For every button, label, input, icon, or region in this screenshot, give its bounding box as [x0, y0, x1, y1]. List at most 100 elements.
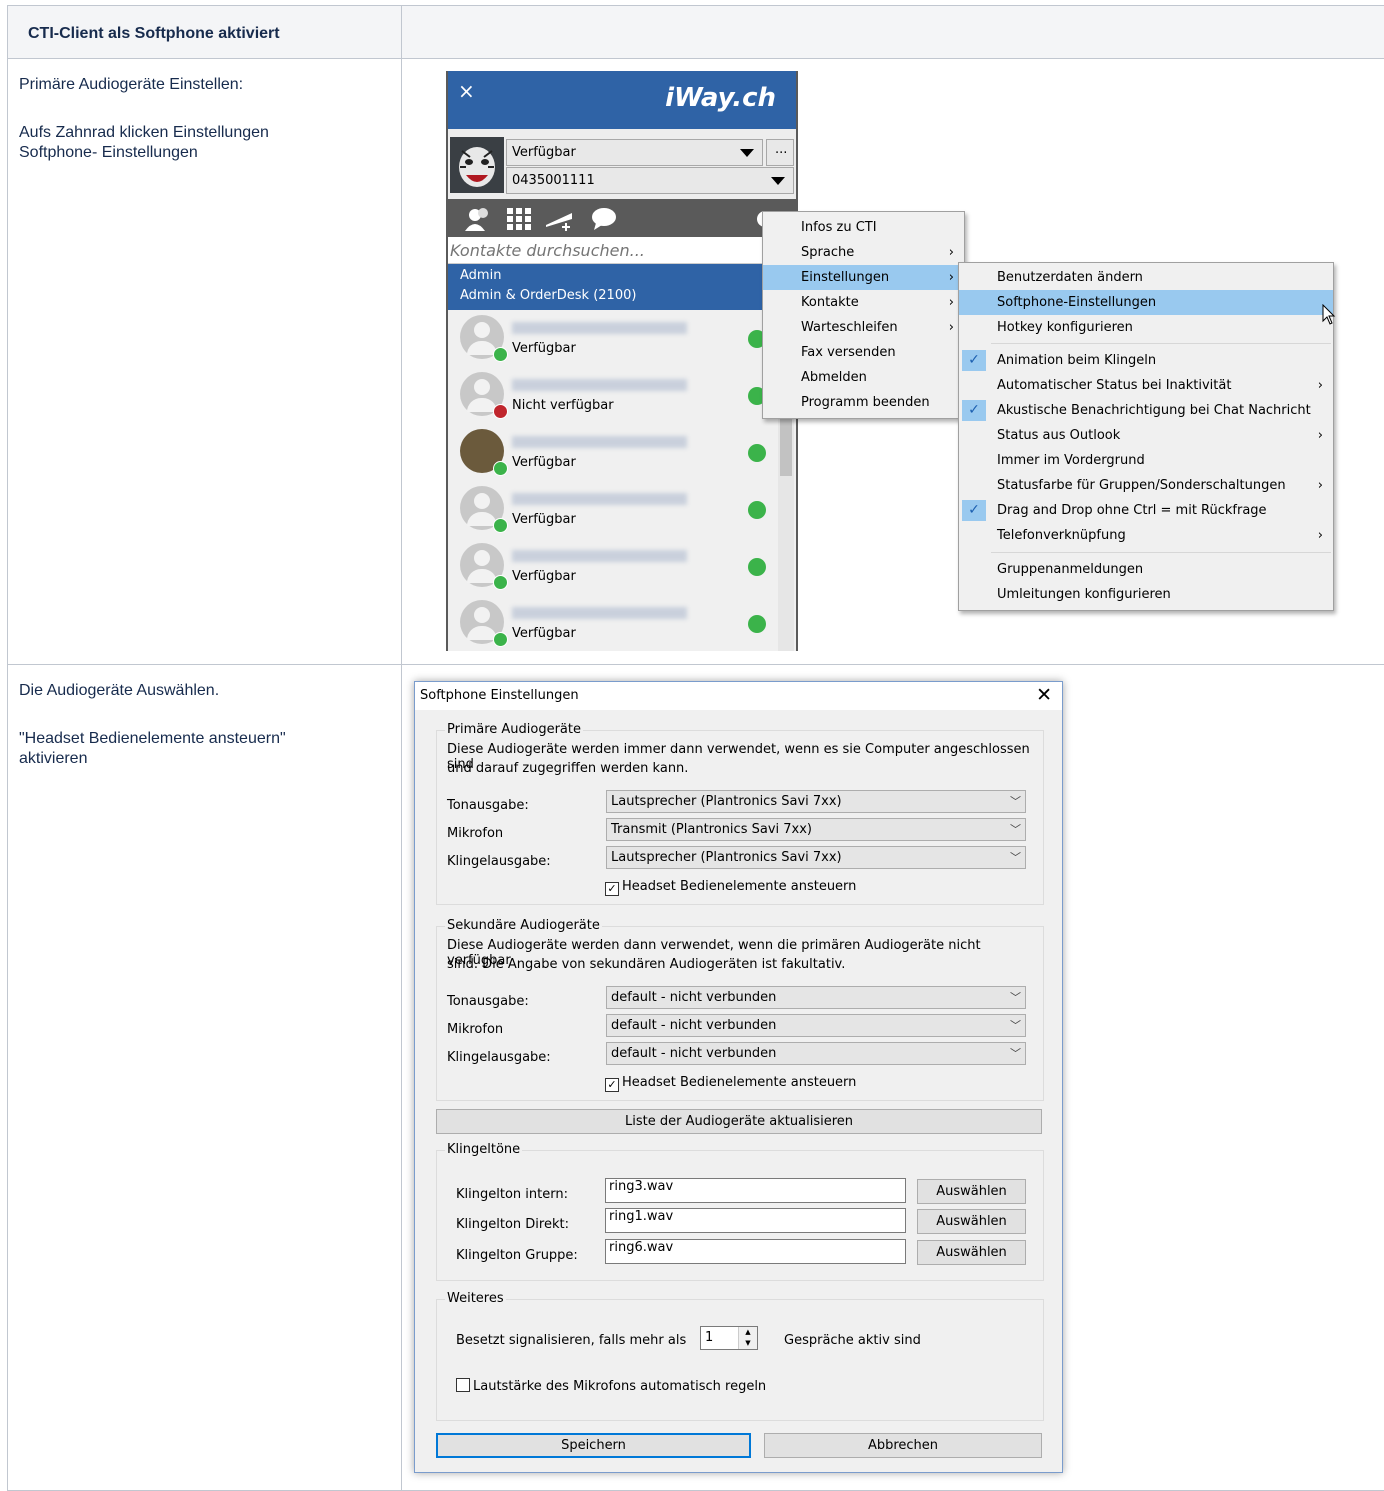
primary-mic-select[interactable]: Transmit (Plantronics Savi 7xx) ﹀ [606, 818, 1026, 841]
primary-ton-select[interactable]: Lautsprecher (Plantronics Savi 7xx) ﹀ [606, 790, 1026, 813]
secondary-desc2: sind. Die Angabe von sekundären Audioger… [447, 957, 846, 972]
row1-line2: Aufs Zahnrad klicken Einstellungen [19, 124, 269, 141]
conference-add-icon[interactable] [544, 207, 574, 231]
menu-item-drag-drop[interactable]: ✓ Drag and Drop ohne Ctrl = mit Rückfrage [959, 498, 1333, 523]
busy-count-stepper[interactable]: 1 ▲ ▼ [700, 1326, 758, 1350]
cti-titlebar: × iWay.ch [448, 71, 796, 129]
menu-item-status-color[interactable]: Statusfarbe für Gruppen/Sonderschaltunge… [959, 473, 1333, 498]
gear-context-menu: Infos zu CTI Sprache › Einstellungen › Kon… [762, 211, 965, 419]
header-cell-left: CTI-Client als Softphone aktiviert [8, 6, 402, 59]
group-line2: Admin & OrderDesk (2100) [460, 288, 637, 303]
status-available-icon [493, 347, 508, 362]
scroll-thumb[interactable] [780, 411, 792, 476]
dialpad-icon[interactable] [506, 207, 532, 231]
refresh-devices-button[interactable]: Liste der Audiogeräte aktualisieren [436, 1109, 1042, 1134]
header-cell-right [402, 6, 1384, 59]
menu-item-hotkey[interactable]: Hotkey konfigurieren [959, 315, 1333, 340]
menu-item-fax[interactable]: Fax versenden [763, 340, 964, 365]
menu-item-outlook-status[interactable]: Status aus Outlook › [959, 423, 1333, 448]
contact-item[interactable]: Verfügbar [448, 481, 796, 538]
group-header[interactable]: Admin Admin & OrderDesk (2100) [448, 264, 796, 310]
menu-item-queues[interactable]: Warteschleifen › [763, 315, 964, 340]
stepper-arrows-icon[interactable]: ▲ ▼ [738, 1327, 757, 1349]
chevron-right-icon: › [948, 295, 954, 310]
menu-item-phone-link[interactable]: Telefonverknüpfung › [959, 523, 1333, 548]
more-button[interactable]: ... [766, 139, 794, 166]
menu-item-softphone-settings[interactable]: Softphone-Einstellungen [959, 290, 1333, 315]
mic-auto-checkbox[interactable]: Lautstärke des Mikrofons automatisch reg… [456, 1378, 766, 1394]
row1-line1: Primäre Audiogeräte Einstellen: [19, 76, 244, 93]
busy-label: Besetzt signalisieren, falls mehr als [456, 1333, 687, 1348]
menu-item-quit[interactable]: Programm beenden [763, 390, 964, 415]
primary-audio-group: Primäre Audiogeräte Diese Audiogeräte we… [436, 722, 1044, 905]
contact-item[interactable]: Verfügbar [448, 538, 796, 595]
contact-item[interactable]: Nicht verfügbar [448, 367, 796, 424]
ringtone-intern-input[interactable]: ring3.wav [605, 1178, 906, 1203]
status-combo[interactable]: Verfügbar [506, 139, 763, 166]
menu-item-info[interactable]: Infos zu CTI [763, 215, 964, 240]
menu-item-logout[interactable]: Abmelden [763, 365, 964, 390]
checkbox-unchecked-icon [456, 1378, 470, 1392]
menu-item-auto-status[interactable]: Automatischer Status bei Inaktivität › [959, 373, 1333, 398]
status-value: Verfügbar [512, 145, 576, 160]
iway-logo: iWay.ch [665, 83, 776, 113]
contact-status: Verfügbar [512, 569, 576, 584]
contact-item[interactable]: Verfügbar [448, 595, 796, 651]
row1-text-cell: Primäre Audiogeräte Einstellen: Aufs Zah… [8, 59, 402, 665]
chevron-right-icon: › [1317, 478, 1323, 493]
contact-name-blurred [512, 379, 687, 391]
contact-item[interactable]: Verfügbar [448, 310, 796, 367]
secondary-mic-select[interactable]: default - nicht verbunden ﹀ [606, 1014, 1026, 1037]
status-available-icon [493, 518, 508, 533]
menu-item-group-login[interactable]: Gruppenanmeldungen [959, 557, 1333, 582]
ringtone-gruppe-choose-button[interactable]: Auswählen [917, 1240, 1026, 1265]
menu-item-language[interactable]: Sprache › [763, 240, 964, 265]
ringtone-intern-choose-button[interactable]: Auswählen [917, 1179, 1026, 1204]
secondary-ton-select[interactable]: default - nicht verbunden ﹀ [606, 986, 1026, 1009]
tiger-avatar-icon [450, 137, 504, 193]
menu-item-redirects[interactable]: Umleitungen konfigurieren [959, 582, 1333, 607]
ringtones-legend: Klingeltöne [445, 1142, 523, 1157]
phone-icon[interactable] [748, 615, 766, 633]
menu-item-user-data[interactable]: Benutzerdaten ändern [959, 265, 1333, 290]
secondary-mic-label: Mikrofon [447, 1022, 504, 1037]
chevron-down-icon: ﹀ [1010, 851, 1021, 864]
contact-item[interactable]: Verfügbar [448, 424, 796, 481]
contact-search[interactable] [448, 237, 796, 264]
contact-status: Verfügbar [512, 512, 576, 527]
chat-icon[interactable] [590, 207, 618, 231]
menu-item-always-on-top[interactable]: Immer im Vordergrund [959, 448, 1333, 473]
menu-item-contacts[interactable]: Kontakte › [763, 290, 964, 315]
ringtone-direkt-choose-button[interactable]: Auswählen [917, 1209, 1026, 1234]
phone-icon[interactable] [748, 444, 766, 462]
chevron-down-icon: ﹀ [1010, 795, 1021, 808]
more-legend: Weiteres [445, 1291, 506, 1306]
ringtone-direkt-label: Klingelton Direkt: [456, 1217, 569, 1232]
chevron-down-icon [740, 149, 754, 157]
number-combo[interactable]: 0435001111 [506, 167, 794, 194]
user-avatar[interactable] [450, 137, 504, 193]
menu-item-settings[interactable]: Einstellungen › [763, 265, 964, 290]
phone-icon[interactable] [748, 501, 766, 519]
ringtone-gruppe-input[interactable]: ring6.wav [605, 1239, 906, 1264]
phone-icon[interactable] [748, 558, 766, 576]
more-options-group: Weiteres Besetzt signalisieren, falls me… [436, 1291, 1044, 1421]
profile-bar: Verfügbar ... 0435001111 [448, 129, 796, 200]
contacts-icon[interactable] [464, 207, 492, 231]
row2-line1: Die Audiogeräte Auswählen. [19, 682, 220, 699]
menu-item-ring-animation[interactable]: ✓ Animation beim Klingeln [959, 348, 1333, 373]
menu-item-chat-sound[interactable]: ✓ Akustische Benachrichtigung bei Chat Na… [959, 398, 1333, 423]
close-icon[interactable]: × [458, 81, 475, 101]
search-input[interactable] [448, 237, 787, 263]
chevron-down-icon: ﹀ [1010, 823, 1021, 836]
primary-headset-checkbox[interactable]: ✓ Headset Bedienelemente ansteuern [605, 879, 856, 896]
cti-toolbar [448, 199, 796, 237]
close-icon[interactable]: ✕ [1036, 684, 1052, 706]
secondary-ring-select[interactable]: default - nicht verbunden ﹀ [606, 1042, 1026, 1065]
ringtone-direkt-input[interactable]: ring1.wav [605, 1208, 906, 1233]
cancel-button[interactable]: Abbrechen [764, 1433, 1042, 1458]
save-button[interactable]: Speichern [436, 1433, 751, 1458]
secondary-headset-checkbox[interactable]: ✓ Headset Bedienelemente ansteuern [605, 1075, 856, 1092]
primary-ring-select[interactable]: Lautsprecher (Plantronics Savi 7xx) ﹀ [606, 846, 1026, 869]
contact-status: Verfügbar [512, 455, 576, 470]
